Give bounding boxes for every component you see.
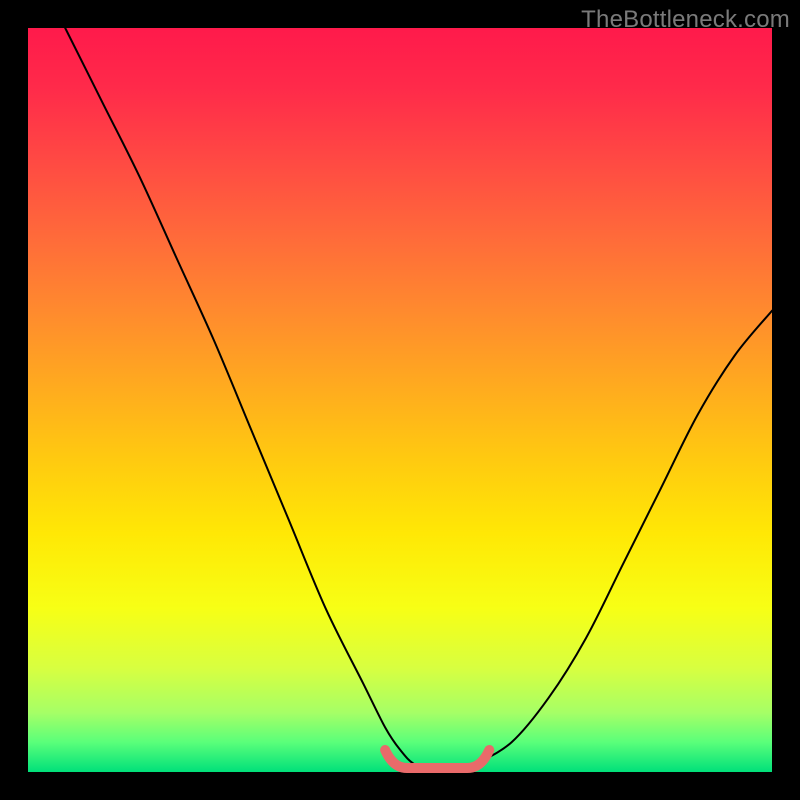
watermark-text: TheBottleneck.com — [581, 6, 790, 34]
chart-svg — [28, 28, 772, 772]
chart-frame: TheBottleneck.com — [0, 0, 800, 800]
plot-area — [28, 28, 772, 772]
valley-highlight — [385, 750, 489, 768]
bottleneck-curve — [65, 28, 772, 773]
